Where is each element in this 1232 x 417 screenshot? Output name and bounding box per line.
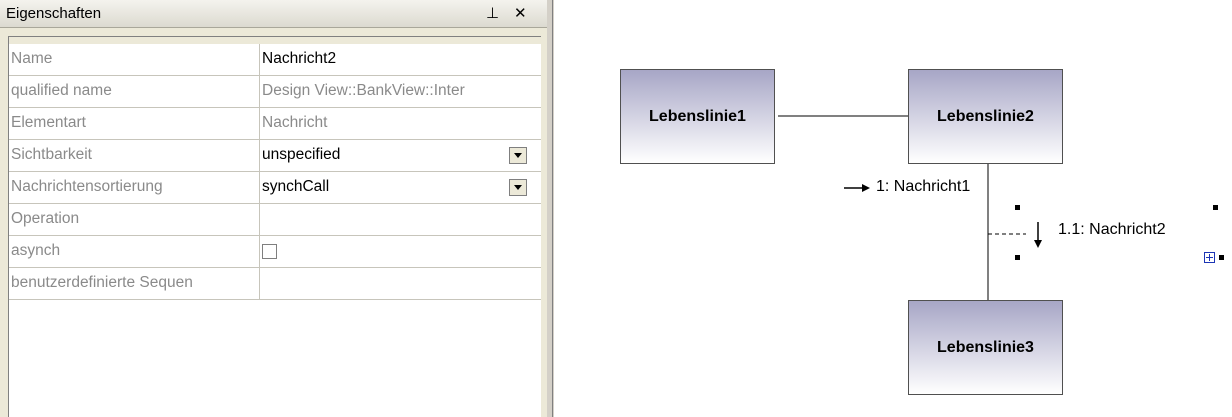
properties-panel: Eigenschaften ⊥ ✕ Name Nachricht2 qualifie… (0, 0, 547, 417)
property-key: Operation (11, 210, 80, 227)
lifeline-1-label: Lebenslinie1 (649, 107, 746, 125)
selection-handle-bl[interactable] (1015, 255, 1020, 260)
dropdown-arrow-icon[interactable] (509, 147, 527, 164)
lifeline-1[interactable]: Lebenslinie1 (620, 69, 775, 164)
property-value: Design View::BankView::Inter (262, 82, 465, 99)
property-value[interactable]: synchCall (262, 178, 538, 196)
property-value: Nachricht (262, 114, 328, 131)
column-separator (259, 44, 260, 76)
lifeline-2[interactable]: Lebenslinie2 (908, 69, 1063, 164)
panel-splitter[interactable] (547, 0, 553, 417)
column-separator (259, 236, 260, 268)
selection-handle-tl[interactable] (1015, 205, 1020, 210)
column-separator (259, 204, 260, 236)
diagram-canvas[interactable]: Lebenslinie1 Lebenslinie2 Lebenslinie3 1… (554, 0, 1232, 417)
message2-arrow-head (1034, 240, 1042, 248)
selection-handle-tr[interactable] (1213, 205, 1218, 210)
dropdown-arrow-icon[interactable] (509, 179, 527, 196)
column-separator (259, 268, 260, 300)
property-row[interactable]: Nachrichtensortierung synchCall (9, 172, 541, 204)
property-key: Elementart (11, 114, 86, 131)
column-separator (259, 76, 260, 108)
property-row[interactable]: Elementart Nachricht (9, 108, 541, 140)
panel-title: Eigenschaften (6, 5, 102, 22)
message-2-label[interactable]: 1.1: Nachricht2 (1058, 221, 1166, 239)
selection-handle-br[interactable] (1219, 255, 1224, 260)
column-separator (259, 172, 260, 204)
lifeline-3-label: Lebenslinie3 (937, 338, 1034, 356)
property-row[interactable]: qualified name Design View::BankView::Int… (9, 76, 541, 108)
property-key: Nachrichtensortierung (11, 178, 163, 195)
property-key: qualified name (11, 82, 112, 99)
property-key: asynch (11, 242, 61, 259)
asynch-checkbox[interactable] (262, 244, 277, 259)
lifeline-3[interactable]: Lebenslinie3 (908, 300, 1063, 395)
property-grid: Name Nachricht2 qualified name Design View:… (8, 44, 541, 417)
column-separator (259, 108, 260, 140)
close-icon[interactable]: ✕ (514, 4, 527, 22)
resize-grip-icon[interactable] (1204, 252, 1216, 264)
property-key: benutzerdefinierte Sequen (11, 274, 193, 291)
property-row[interactable]: Sichtbarkeit unspecified (9, 140, 541, 172)
property-row[interactable]: Name Nachricht2 (9, 44, 541, 76)
diagram-lines (778, 115, 1042, 300)
column-separator (259, 140, 260, 172)
message1-arrow-head (862, 184, 870, 192)
property-key: Name (11, 50, 53, 67)
property-row[interactable]: Operation (9, 204, 541, 236)
property-row[interactable]: benutzerdefinierte Sequen (9, 268, 541, 300)
grid-header-strip (8, 36, 541, 44)
property-value[interactable]: Nachricht2 (262, 50, 538, 68)
property-key: Sichtbarkeit (11, 146, 92, 163)
property-row[interactable]: asynch (9, 236, 541, 268)
lifeline-2-label: Lebenslinie2 (937, 107, 1034, 125)
panel-titlebar: Eigenschaften ⊥ ✕ (0, 0, 547, 28)
pin-icon[interactable]: ⊥ (486, 4, 499, 22)
message-1-label[interactable]: 1: Nachricht1 (876, 178, 970, 196)
property-value[interactable]: unspecified (262, 146, 538, 164)
